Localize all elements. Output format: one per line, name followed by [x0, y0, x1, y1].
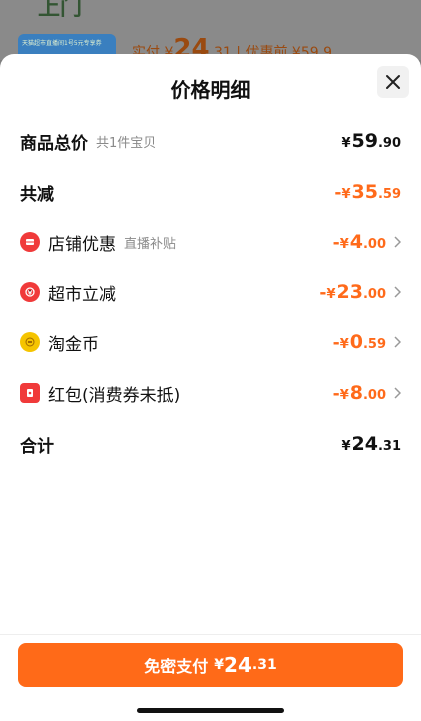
thumbnail-caption: 天猫超市直播间1号5元专享券 — [22, 40, 102, 47]
row-supermarket-discount[interactable]: 超市立减 - ¥23.00 — [20, 279, 401, 305]
row-sublabel: 共1件宝贝 — [96, 135, 157, 151]
chevron-right-icon — [394, 236, 401, 248]
row-label: 超市立减 — [48, 284, 116, 305]
pay-currency: ¥ — [214, 657, 225, 673]
row-amount: - ¥8.00 — [332, 382, 386, 404]
row-sublabel: 直播补贴 — [124, 236, 177, 252]
row-amount: - ¥35.59 — [334, 181, 401, 203]
close-button[interactable] — [377, 66, 409, 98]
row-store-discount[interactable]: 店铺优惠 直播补贴 - ¥4.00 — [20, 229, 401, 255]
red-envelope-icon — [20, 383, 40, 403]
row-amount: ¥24.31 — [341, 433, 401, 455]
chevron-right-icon — [394, 336, 401, 348]
row-amount: ¥59.90 — [341, 130, 401, 152]
row-label: 淘金币 — [48, 334, 99, 355]
row-label: 店铺优惠 — [48, 234, 116, 255]
row-total-reduction: 共减 - ¥35.59 — [20, 179, 401, 205]
shop-coupon-icon — [20, 232, 40, 252]
row-amount: - ¥23.00 — [319, 281, 386, 303]
row-gold-coins[interactable]: 淘金币 - ¥0.59 — [20, 329, 401, 355]
close-icon — [386, 75, 400, 89]
background-page: 上门 天猫超市直播间1号5元专享券 实付 ¥24.31 | 优惠前 ¥59.9 — [0, 0, 421, 60]
row-goods-total: 商品总价 共1件宝贝 ¥59.90 — [20, 128, 401, 154]
sheet-title: 价格明细 — [170, 78, 251, 102]
row-label: 共减 — [20, 184, 54, 205]
chevron-right-icon — [394, 286, 401, 298]
footer-bar: 免密支付 ¥24.31 — [0, 634, 421, 721]
price-detail-sheet: 价格明细 商品总价 共1件宝贝 ¥59.90 共减 - ¥35.59 店铺优惠 直… — [0, 54, 421, 720]
chevron-right-icon — [394, 387, 401, 399]
supermarket-discount-icon — [20, 282, 40, 302]
pay-button-label: 免密支付 — [144, 657, 209, 676]
password-free-pay-button[interactable]: 免密支付 ¥24.31 — [18, 643, 403, 687]
row-grand-total: 合计 ¥24.31 — [20, 431, 401, 457]
row-amount: - ¥4.00 — [332, 231, 386, 253]
row-amount: - ¥0.59 — [332, 331, 386, 353]
background-title: 上门 — [38, 0, 83, 21]
gold-coin-icon — [20, 332, 40, 352]
row-red-envelope[interactable]: 红包(消费券未抵) - ¥8.00 — [20, 380, 401, 406]
pay-decimal: .31 — [251, 657, 277, 673]
row-label: 合计 — [20, 436, 54, 457]
pay-integer: 24 — [224, 653, 252, 677]
home-indicator[interactable] — [137, 708, 284, 713]
row-label: 红包(消费券未抵) — [48, 385, 181, 406]
row-label: 商品总价 — [20, 133, 88, 154]
